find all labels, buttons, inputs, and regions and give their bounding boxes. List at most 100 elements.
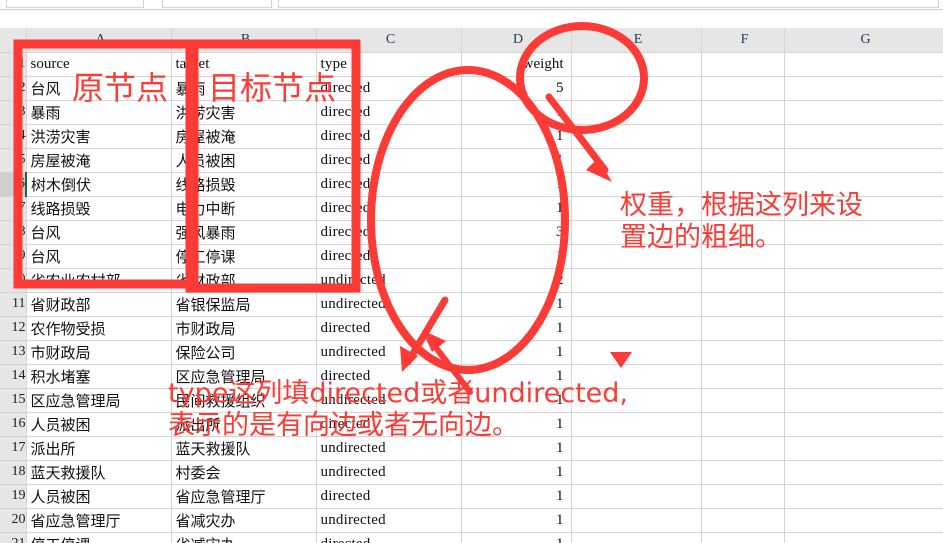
cell-e14[interactable] xyxy=(571,364,702,389)
row-header[interactable]: 17 xyxy=(0,436,27,461)
cell-e8[interactable] xyxy=(571,220,702,245)
cell-b12[interactable]: 市财政局 xyxy=(171,316,317,341)
cell-g17[interactable] xyxy=(784,436,943,461)
cell-a13[interactable]: 市财政局 xyxy=(26,340,172,365)
cell-c12[interactable]: directed xyxy=(316,316,462,341)
row-header[interactable]: 2 xyxy=(0,76,27,101)
cell-e20[interactable] xyxy=(571,508,702,533)
cell-c17[interactable]: undirected xyxy=(316,436,462,461)
cell-a15[interactable]: 区应急管理局 xyxy=(26,388,172,413)
cell-d17[interactable]: 1 xyxy=(461,436,572,461)
cell-g7[interactable] xyxy=(784,196,943,221)
row-header[interactable]: 4 xyxy=(0,124,27,149)
cell-d14[interactable]: 1 xyxy=(461,364,572,389)
cell-g9[interactable] xyxy=(784,244,943,269)
column-header-d[interactable]: D xyxy=(461,28,572,53)
cell-a10[interactable]: 省农业农村部 xyxy=(26,268,172,293)
row-header[interactable]: 8 xyxy=(0,220,27,245)
cell-a9[interactable]: 台风 xyxy=(26,244,172,269)
cell-a17[interactable]: 派出所 xyxy=(26,436,172,461)
cell-b15[interactable]: 民间救援组织 xyxy=(171,388,317,413)
row-header[interactable]: 13 xyxy=(0,340,27,365)
row-header[interactable]: 19 xyxy=(0,484,27,509)
cell-b1[interactable]: target xyxy=(171,52,317,77)
row-header[interactable]: 10 xyxy=(0,268,27,293)
cell-e6[interactable] xyxy=(571,172,702,197)
cell-d10[interactable]: 2 xyxy=(461,268,572,293)
cell-c4[interactable]: directed xyxy=(316,124,462,149)
column-header-a[interactable]: A xyxy=(26,28,172,53)
row-header[interactable]: 14 xyxy=(0,364,27,389)
column-header-b[interactable]: B xyxy=(171,28,317,53)
column-header-g[interactable]: G xyxy=(784,28,943,53)
cell-f4[interactable] xyxy=(701,124,785,149)
cell-g13[interactable] xyxy=(784,340,943,365)
cell-g1[interactable] xyxy=(784,52,943,77)
cell-c18[interactable]: undirected xyxy=(316,460,462,485)
cell-f6[interactable] xyxy=(701,172,785,197)
cell-c10[interactable]: undirected xyxy=(316,268,462,293)
select-all-corner[interactable] xyxy=(0,28,27,53)
cell-e12[interactable] xyxy=(571,316,702,341)
cell-c21[interactable]: directed xyxy=(316,532,462,543)
row-header[interactable]: 9 xyxy=(0,244,27,269)
cell-e21[interactable] xyxy=(571,532,702,543)
row-header[interactable]: 1 xyxy=(0,52,27,77)
cell-a14[interactable]: 积水堵塞 xyxy=(26,364,172,389)
cell-b7[interactable]: 电力中断 xyxy=(171,196,317,221)
cell-e15[interactable] xyxy=(571,388,702,413)
row-header[interactable]: 12 xyxy=(0,316,27,341)
cell-c9[interactable]: directed xyxy=(316,244,462,269)
cell-b8[interactable]: 强风暴雨 xyxy=(171,220,317,245)
cell-g21[interactable] xyxy=(784,532,943,543)
cell-a16[interactable]: 人员被困 xyxy=(26,412,172,437)
cell-b14[interactable]: 区应急管理局 xyxy=(171,364,317,389)
cell-a21[interactable]: 停工停课 xyxy=(26,532,172,543)
cell-f10[interactable] xyxy=(701,268,785,293)
cell-c19[interactable]: directed xyxy=(316,484,462,509)
cell-f1[interactable] xyxy=(701,52,785,77)
cell-b20[interactable]: 省减灾办 xyxy=(171,508,317,533)
cell-c15[interactable]: undirected xyxy=(316,388,462,413)
cell-e11[interactable] xyxy=(571,292,702,317)
table-row[interactable]: 19 人员被困 省应急管理厅 directed 1 xyxy=(0,484,943,509)
cell-a5[interactable]: 房屋被淹 xyxy=(26,148,172,173)
row-header[interactable]: 6 xyxy=(0,172,27,197)
cell-g12[interactable] xyxy=(784,316,943,341)
cell-g11[interactable] xyxy=(784,292,943,317)
cell-f12[interactable] xyxy=(701,316,785,341)
cell-d18[interactable]: 1 xyxy=(461,460,572,485)
cell-e16[interactable] xyxy=(571,412,702,437)
cell-f2[interactable] xyxy=(701,76,785,101)
cell-d12[interactable]: 1 xyxy=(461,316,572,341)
cell-b17[interactable]: 蓝天救援队 xyxy=(171,436,317,461)
cell-g19[interactable] xyxy=(784,484,943,509)
cell-f11[interactable] xyxy=(701,292,785,317)
insert-function-icon[interactable]: fx xyxy=(247,0,257,3)
cell-c2[interactable]: directed xyxy=(316,76,462,101)
table-row[interactable]: 15 区应急管理局 民间救援组织 undirected 1 xyxy=(0,388,943,413)
row-header[interactable]: 11 xyxy=(0,292,27,317)
cell-e3[interactable] xyxy=(571,100,702,125)
cell-g16[interactable] xyxy=(784,412,943,437)
row-header[interactable]: 21 xyxy=(0,532,27,543)
cell-e17[interactable] xyxy=(571,436,702,461)
confirm-edit-icon[interactable]: ✓ xyxy=(212,0,223,4)
cell-e9[interactable] xyxy=(571,244,702,269)
cell-a11[interactable]: 省财政部 xyxy=(26,292,172,317)
cell-f17[interactable] xyxy=(701,436,785,461)
cell-c11[interactable]: undirected xyxy=(316,292,462,317)
table-row[interactable]: 1 source target type weight xyxy=(0,52,943,77)
cell-c14[interactable]: directed xyxy=(316,364,462,389)
cell-e10[interactable] xyxy=(571,268,702,293)
cell-d4[interactable]: 1 xyxy=(461,124,572,149)
cell-f14[interactable] xyxy=(701,364,785,389)
table-row[interactable]: 13 市财政局 保险公司 undirected 1 xyxy=(0,340,943,365)
table-row[interactable]: 5 房屋被淹 人员被困 directed 1 xyxy=(0,148,943,173)
table-row[interactable]: 9 台风 停工停课 directed 1 xyxy=(0,244,943,269)
table-row[interactable]: 2 台风 暴雨 directed 5 xyxy=(0,76,943,101)
cell-d19[interactable]: 1 xyxy=(461,484,572,509)
cell-a8[interactable]: 台风 xyxy=(26,220,172,245)
cell-e19[interactable] xyxy=(571,484,702,509)
cell-g18[interactable] xyxy=(784,460,943,485)
